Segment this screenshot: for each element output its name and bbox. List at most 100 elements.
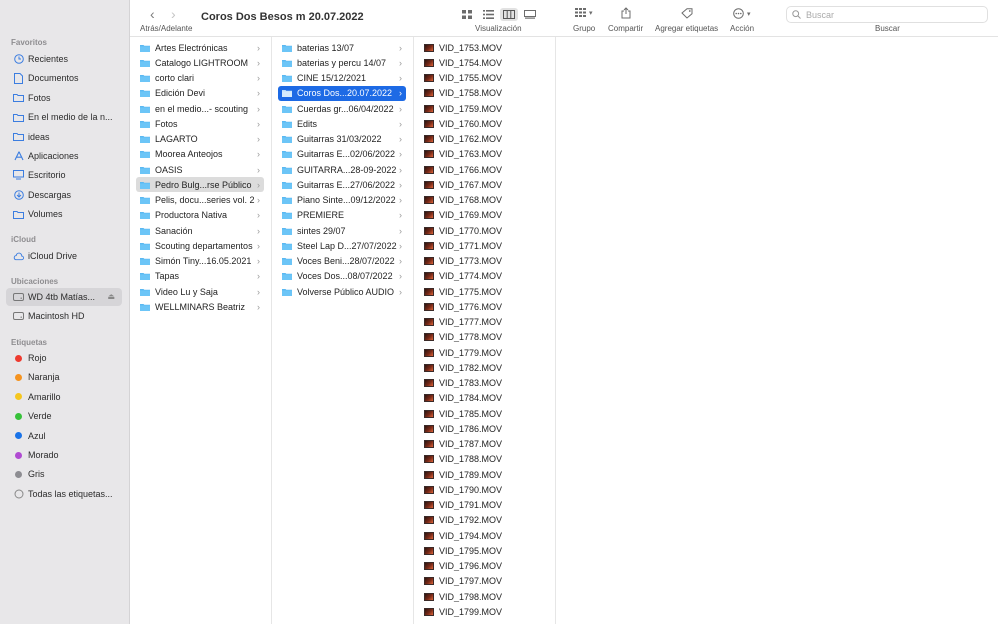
folder-row[interactable]: Guitarras E...27/06/2022 › xyxy=(278,177,406,192)
file-row[interactable]: VID_1790.MOV xyxy=(420,482,548,497)
sidebar-tag-5[interactable]: Morado xyxy=(6,446,122,464)
sidebar-item-fav-5[interactable]: Aplicaciones xyxy=(6,147,122,165)
file-row[interactable]: VID_1754.MOV xyxy=(420,55,548,70)
file-row[interactable]: VID_1773.MOV xyxy=(420,254,548,269)
folder-row[interactable]: Productora Nativa › xyxy=(136,208,264,223)
icon-view-button[interactable] xyxy=(458,8,476,21)
file-row[interactable]: VID_1789.MOV xyxy=(420,467,548,482)
folder-row[interactable]: Scouting departamentos › xyxy=(136,238,264,253)
folder-row[interactable]: Edits › xyxy=(278,116,406,131)
file-row[interactable]: VID_1753.MOV xyxy=(420,40,548,55)
file-row[interactable]: VID_1771.MOV xyxy=(420,238,548,253)
back-button[interactable]: ‹ xyxy=(150,6,155,22)
sidebar-item-fav-1[interactable]: Documentos xyxy=(6,69,122,87)
file-row[interactable]: VID_1763.MOV xyxy=(420,147,548,162)
add-tags-button[interactable] xyxy=(681,8,693,19)
folder-row[interactable]: Pedro Bulg...rse Público › xyxy=(136,177,264,193)
folder-row[interactable]: baterias 13/07 › xyxy=(278,40,406,55)
file-row[interactable]: VID_1770.MOV xyxy=(420,223,548,238)
sidebar-item-fav-8[interactable]: Volumes xyxy=(6,205,122,223)
column-1[interactable]: Artes Electrónicas › Catalogo LIGHTROOM › co… xyxy=(130,37,272,624)
folder-row[interactable]: Guitarras 31/03/2022 › xyxy=(278,132,406,147)
search-field[interactable]: Buscar xyxy=(786,6,988,23)
file-row[interactable]: VID_1779.MOV xyxy=(420,345,548,360)
file-row[interactable]: VID_1778.MOV xyxy=(420,330,548,345)
file-row[interactable]: VID_1799.MOV xyxy=(420,604,548,619)
folder-row[interactable]: Steel Lap D...27/07/2022 › xyxy=(278,238,406,253)
folder-row[interactable]: Moorea Anteojos › xyxy=(136,147,264,162)
file-row[interactable]: VID_1768.MOV xyxy=(420,193,548,208)
sidebar-tag-4[interactable]: Azul xyxy=(6,427,122,445)
file-row[interactable]: VID_1755.MOV xyxy=(420,71,548,86)
folder-row[interactable]: OASIS › xyxy=(136,162,264,177)
file-row[interactable]: VID_1775.MOV xyxy=(420,284,548,299)
file-row[interactable]: VID_1776.MOV xyxy=(420,299,548,314)
sidebar-item-icloud-0[interactable]: iCloud Drive xyxy=(6,247,122,265)
column-3[interactable]: VID_1753.MOV VID_1754.MOV VID_1755.MOV VID_… xyxy=(414,37,556,624)
file-row[interactable]: VID_1792.MOV xyxy=(420,513,548,528)
file-row[interactable]: VID_1784.MOV xyxy=(420,391,548,406)
file-row[interactable]: VID_1777.MOV xyxy=(420,315,548,330)
folder-row[interactable]: Simón Tiny...16.05.2021 › xyxy=(136,254,264,269)
forward-button[interactable]: › xyxy=(171,6,176,22)
folder-row[interactable]: en el medio...- scouting › xyxy=(136,101,264,116)
folder-row[interactable]: Piano Sinte...09/12/2022 › xyxy=(278,193,406,208)
folder-row[interactable]: Artes Electrónicas › xyxy=(136,40,264,55)
file-row[interactable]: VID_1798.MOV xyxy=(420,589,548,604)
folder-row[interactable]: Voces Dos...08/07/2022 › xyxy=(278,269,406,284)
file-row[interactable]: VID_1785.MOV xyxy=(420,406,548,421)
search-input[interactable]: Buscar xyxy=(806,10,834,20)
file-row[interactable]: VID_1758.MOV xyxy=(420,86,548,101)
folder-row[interactable]: CINE 15/12/2021 › xyxy=(278,71,406,86)
sidebar-item-fav-7[interactable]: Descargas xyxy=(6,186,122,204)
file-row[interactable]: VID_1794.MOV xyxy=(420,528,548,543)
sidebar-item-fav-3[interactable]: En el medio de la n... xyxy=(6,108,122,126)
action-button[interactable]: ▾ xyxy=(733,8,751,19)
group-button[interactable]: ▾ xyxy=(575,8,593,17)
file-row[interactable]: VID_1791.MOV xyxy=(420,498,548,513)
folder-row[interactable]: Sanación › xyxy=(136,223,264,238)
folder-row[interactable]: Guitarras E...02/06/2022 › xyxy=(278,147,406,162)
folder-row[interactable]: PREMIERE › xyxy=(278,208,406,223)
file-row[interactable]: VID_1787.MOV xyxy=(420,437,548,452)
sidebar-item-location-0[interactable]: WD 4tb Matías... ⏏ xyxy=(6,288,122,306)
column-view-button[interactable] xyxy=(500,8,518,21)
column-2[interactable]: baterias 13/07 › baterias y percu 14/07 › CI… xyxy=(272,37,414,624)
folder-row[interactable]: Voces Beni...28/07/2022 › xyxy=(278,254,406,269)
file-row[interactable]: VID_1786.MOV xyxy=(420,421,548,436)
file-row[interactable]: VID_1774.MOV xyxy=(420,269,548,284)
folder-row[interactable]: Edición Devi › xyxy=(136,86,264,101)
folder-row[interactable]: Coros Dos...20.07.2022 › xyxy=(278,85,406,101)
sidebar-item-location-1[interactable]: Macintosh HD xyxy=(6,307,122,325)
folder-row[interactable]: sintes 29/07 › xyxy=(278,223,406,238)
folder-row[interactable]: Pelis, docu...series vol. 2 › xyxy=(136,193,264,208)
sidebar-tag-7[interactable]: Todas las etiquetas... xyxy=(6,485,122,503)
sidebar-tag-0[interactable]: Rojo xyxy=(6,349,122,367)
eject-icon[interactable]: ⏏ xyxy=(107,292,115,301)
sidebar-tag-6[interactable]: Gris xyxy=(6,465,122,483)
folder-row[interactable]: Tapas › xyxy=(136,269,264,284)
file-row[interactable]: VID_1762.MOV xyxy=(420,132,548,147)
sidebar-tag-3[interactable]: Verde xyxy=(6,407,122,425)
file-row[interactable]: VID_1783.MOV xyxy=(420,376,548,391)
folder-row[interactable]: GUITARRA...28-09-2022 › xyxy=(278,162,406,177)
sidebar-tag-2[interactable]: Amarillo xyxy=(6,388,122,406)
file-row[interactable]: VID_1767.MOV xyxy=(420,177,548,192)
share-button[interactable] xyxy=(621,7,631,19)
sidebar-item-fav-6[interactable]: Escritorio xyxy=(6,166,122,184)
list-view-button[interactable] xyxy=(479,8,497,21)
folder-row[interactable]: LAGARTO › xyxy=(136,132,264,147)
folder-row[interactable]: Catalogo LIGHTROOM › xyxy=(136,55,264,70)
sidebar-item-fav-0[interactable]: Recientes xyxy=(6,50,122,68)
gallery-view-button[interactable] xyxy=(521,8,539,21)
file-row[interactable]: VID_1769.MOV xyxy=(420,208,548,223)
folder-row[interactable]: Fotos › xyxy=(136,116,264,131)
folder-row[interactable]: WELLMINARS Beatriz › xyxy=(136,299,264,314)
file-row[interactable]: VID_1788.MOV xyxy=(420,452,548,467)
folder-row[interactable]: baterias y percu 14/07 › xyxy=(278,55,406,70)
file-row[interactable]: VID_1797.MOV xyxy=(420,574,548,589)
file-row[interactable]: VID_1760.MOV xyxy=(420,116,548,131)
sidebar-tag-1[interactable]: Naranja xyxy=(6,368,122,386)
file-row[interactable]: VID_1782.MOV xyxy=(420,360,548,375)
file-row[interactable]: VID_1759.MOV xyxy=(420,101,548,116)
